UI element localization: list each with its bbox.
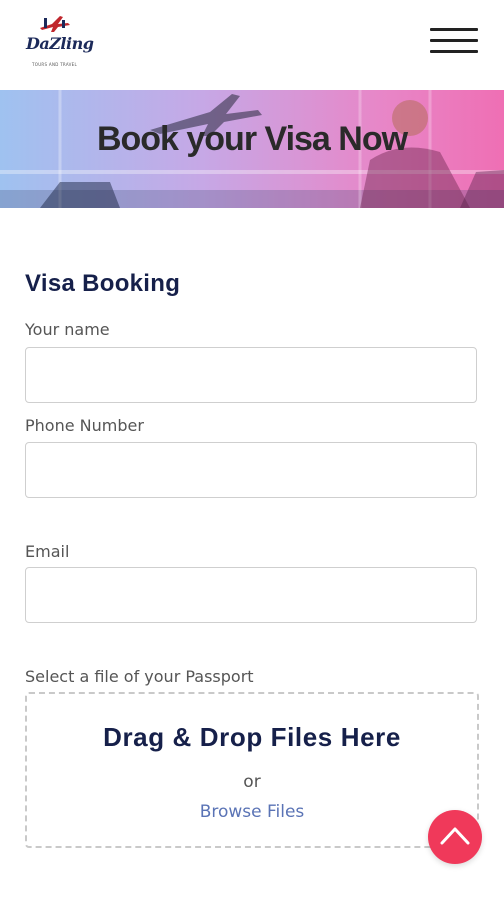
phone-label: Phone Number [25,416,144,435]
site-logo[interactable]: DaZling TOURS AND TRAVEL [24,8,94,72]
name-label: Your name [25,320,110,339]
hamburger-menu-icon[interactable] [428,26,480,58]
section-title: Visa Booking [25,270,181,297]
site-header: DaZling TOURS AND TRAVEL [0,0,504,90]
file-dropzone[interactable]: Drag & Drop Files Here or Browse Files [25,692,479,848]
back-to-top-button[interactable] [428,810,482,864]
browse-files-link[interactable]: Browse Files [27,802,477,822]
logo-tagline: TOURS AND TRAVEL [32,62,78,67]
phone-field[interactable] [25,442,477,498]
dropzone-or-text: or [243,772,261,792]
airplane-logo-icon [40,16,70,32]
name-field[interactable] [25,347,477,403]
chevron-up-icon [440,827,470,845]
dropzone-title: Drag & Drop Files Here [103,722,401,752]
hero-banner: Book your Visa Now [0,90,504,208]
email-label: Email [25,542,70,561]
passport-label: Select a file of your Passport [25,667,254,686]
logo-text: DaZling [26,34,94,53]
email-field[interactable] [25,567,477,623]
page-title: Book your Visa Now [96,120,408,158]
